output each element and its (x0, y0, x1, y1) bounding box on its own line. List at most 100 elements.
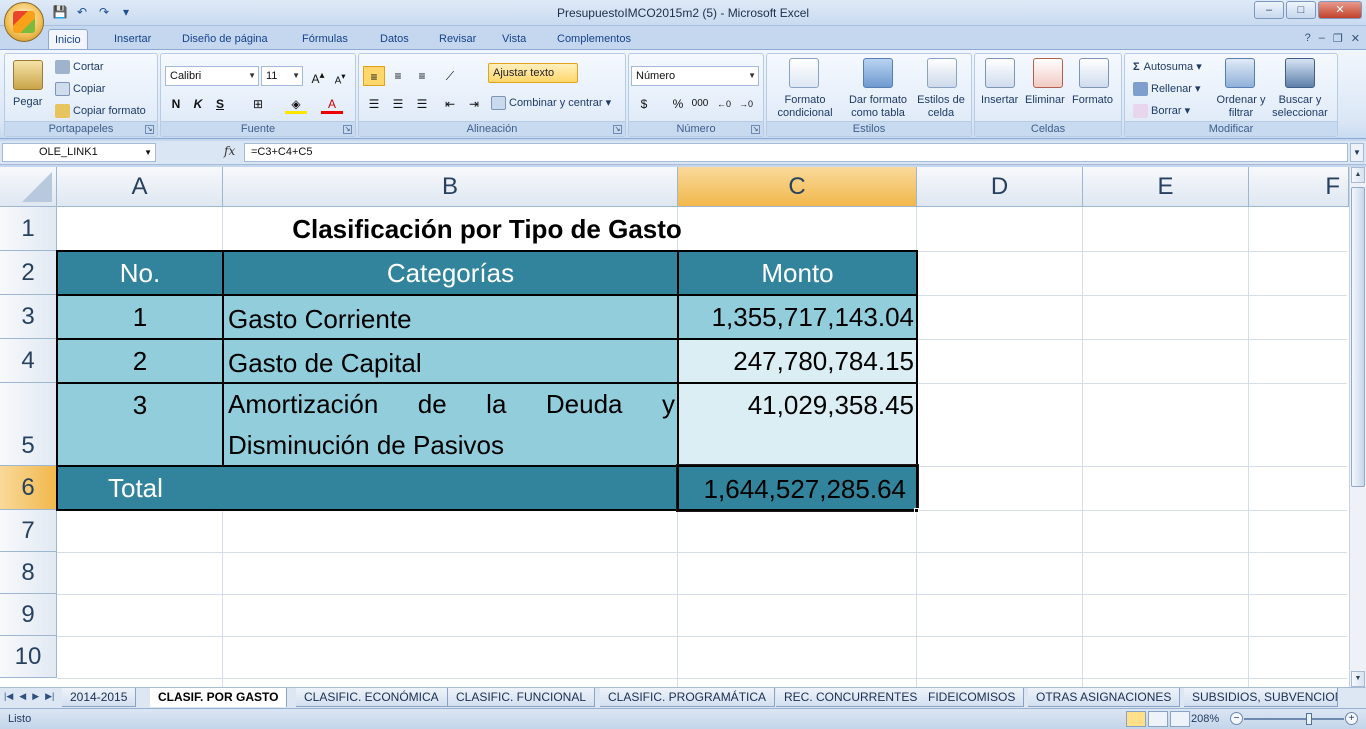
next-sheet-icon[interactable]: ▶ (32, 691, 39, 702)
format-painter-button[interactable]: Copiar formato (55, 104, 146, 118)
normal-view-icon[interactable] (1126, 711, 1146, 727)
cell-no[interactable]: 2 (56, 338, 224, 384)
merge-center-button[interactable]: Combinar y centrar ▾ (491, 96, 611, 111)
percent-button[interactable]: % (667, 94, 689, 114)
expand-formula-icon[interactable]: ▼ (1350, 143, 1364, 162)
ribbon-close-icon[interactable]: ✕ (1351, 32, 1360, 45)
shrink-font-button[interactable]: A▾ (329, 66, 351, 86)
underline-button[interactable]: S (209, 94, 231, 114)
cell-styles-button[interactable]: Estilos de celda (913, 94, 969, 120)
ribbon-restore-icon[interactable]: ❐ (1333, 32, 1343, 45)
column-header-b[interactable]: B (223, 167, 678, 207)
bold-button[interactable]: N (165, 94, 187, 114)
format-cells-button[interactable]: Formato (1072, 94, 1113, 106)
table-title[interactable]: Clasificación por Tipo de Gasto (57, 207, 917, 251)
fill-handle[interactable] (914, 508, 919, 513)
row-header-10[interactable]: 10 (0, 636, 57, 678)
launcher-icon[interactable]: ↘ (613, 125, 622, 134)
row-header-9[interactable]: 9 (0, 594, 57, 636)
column-header-f[interactable]: F (1249, 167, 1349, 207)
first-sheet-icon[interactable]: |◀ (4, 691, 13, 702)
grow-font-button[interactable]: A▴ (307, 66, 329, 86)
total-value-selected-cell[interactable]: 1,644,527,285.64 (676, 464, 919, 512)
header-categorias[interactable]: Categorías (222, 250, 679, 296)
column-header-c[interactable]: C (678, 167, 917, 207)
tab-datos[interactable]: Datos (374, 29, 415, 50)
office-button[interactable] (4, 2, 44, 42)
delete-cells-button[interactable]: Eliminar (1025, 94, 1065, 106)
row-header-1[interactable]: 1 (0, 207, 57, 251)
function-icon[interactable]: fx (224, 144, 235, 158)
conditional-format-button[interactable]: Formato condicional (773, 94, 837, 120)
column-header-a[interactable]: A (57, 167, 223, 207)
sort-filter-button[interactable]: Ordenar y filtrar (1213, 94, 1269, 120)
increase-indent-icon[interactable]: ⇥ (463, 94, 485, 114)
tab-formulas[interactable]: Fórmulas (296, 29, 354, 50)
sheet-tab[interactable]: FIDEICOMISOS (920, 688, 1025, 707)
font-name-combo[interactable]: Calibri ▼ (165, 66, 259, 86)
clear-button[interactable]: Borrar ▾ (1133, 104, 1190, 119)
page-break-view-icon[interactable] (1170, 711, 1190, 727)
tab-inicio[interactable]: Inicio (48, 29, 88, 50)
tab-vista[interactable]: Vista (496, 29, 532, 50)
zoom-out-icon[interactable]: − (1230, 712, 1243, 725)
number-format-combo[interactable]: Número ▼ (631, 66, 759, 86)
zoom-slider[interactable]: − + (1230, 712, 1358, 726)
italic-button[interactable]: K (187, 94, 209, 114)
maximize-button[interactable]: □ (1286, 1, 1316, 19)
header-monto[interactable]: Monto (677, 250, 918, 296)
zoom-level[interactable]: 208% (1191, 709, 1219, 729)
vertical-scrollbar[interactable]: ▲ ▼ (1349, 167, 1366, 687)
font-size-combo[interactable]: 11 ▼ (261, 66, 303, 86)
sheet-tab[interactable]: CLASIFIC. ECONÓMICA (296, 688, 448, 707)
sheet-tab[interactable]: SUBSIDIOS, SUBVENCION (1184, 688, 1338, 707)
align-center-icon[interactable]: ☰ (387, 94, 409, 114)
row-header-3[interactable]: 3 (0, 295, 57, 339)
column-header-d[interactable]: D (917, 167, 1083, 207)
align-right-icon[interactable]: ☰ (411, 94, 433, 114)
prev-sheet-icon[interactable]: ◀ (19, 691, 26, 702)
ribbon-minimize-icon[interactable]: – (1319, 32, 1325, 45)
row-header-8[interactable]: 8 (0, 552, 57, 594)
close-button[interactable]: ✕ (1318, 1, 1362, 19)
format-as-table-button[interactable]: Dar formato como tabla (845, 94, 911, 120)
header-no[interactable]: No. (56, 250, 224, 296)
zoom-knob[interactable] (1306, 713, 1312, 725)
decrease-decimal-icon[interactable]: →0 (735, 94, 757, 114)
row-header-4[interactable]: 4 (0, 339, 57, 383)
align-top-icon[interactable]: ≡ (363, 66, 385, 86)
sheet-tab-active[interactable]: CLASIF. POR GASTO (150, 688, 288, 707)
launcher-icon[interactable]: ↘ (145, 125, 154, 134)
cell-categoria[interactable]: Gasto Corriente (222, 294, 679, 340)
row-header-2[interactable]: 2 (0, 251, 57, 295)
scroll-thumb[interactable] (1351, 187, 1365, 487)
cell-no[interactable]: 3 (56, 382, 224, 467)
last-sheet-icon[interactable]: ▶| (45, 691, 54, 702)
tab-complementos[interactable]: Complementos (551, 29, 637, 50)
sheet-tab[interactable]: CLASIFIC. FUNCIONAL (448, 688, 596, 707)
scroll-up-icon[interactable]: ▲ (1351, 167, 1365, 183)
cell-monto[interactable]: 1,355,717,143.04 (677, 294, 918, 340)
fill-button[interactable]: Rellenar ▾ (1133, 82, 1201, 97)
formula-input[interactable]: =C3+C4+C5 (244, 143, 1348, 162)
sheet-tab[interactable]: 2014-2015 (62, 688, 137, 707)
name-box[interactable]: OLE_LINK1 ▼ (2, 143, 156, 162)
row-header-7[interactable]: 7 (0, 510, 57, 552)
fill-color-icon[interactable]: ◈ (285, 94, 307, 114)
currency-button[interactable]: $ (633, 94, 655, 114)
borders-icon[interactable]: ⊞ (247, 94, 269, 114)
select-all-corner[interactable] (0, 167, 57, 207)
find-select-button[interactable]: Buscar y seleccionar (1267, 94, 1333, 120)
cut-button[interactable]: Cortar (55, 60, 104, 74)
sheet-tab[interactable]: REC. CONCURRENTES (776, 688, 927, 707)
row-header-6[interactable]: 6 (0, 466, 57, 510)
wrap-text-button[interactable]: Ajustar texto (488, 63, 578, 83)
cell-no[interactable]: 1 (56, 294, 224, 340)
sheet-tab[interactable]: OTRAS ASIGNACIONES (1028, 688, 1181, 707)
tab-diseno-pagina[interactable]: Diseño de página (176, 29, 274, 50)
cell-monto[interactable]: 247,780,784.15 (677, 338, 918, 384)
insert-cells-button[interactable]: Insertar (981, 94, 1018, 106)
sheet-tab[interactable]: CLASIFIC. PROGRAMÁTICA (600, 688, 776, 707)
increase-decimal-icon[interactable]: ←0 (713, 94, 735, 114)
orientation-icon[interactable]: ⟋ (439, 66, 461, 86)
